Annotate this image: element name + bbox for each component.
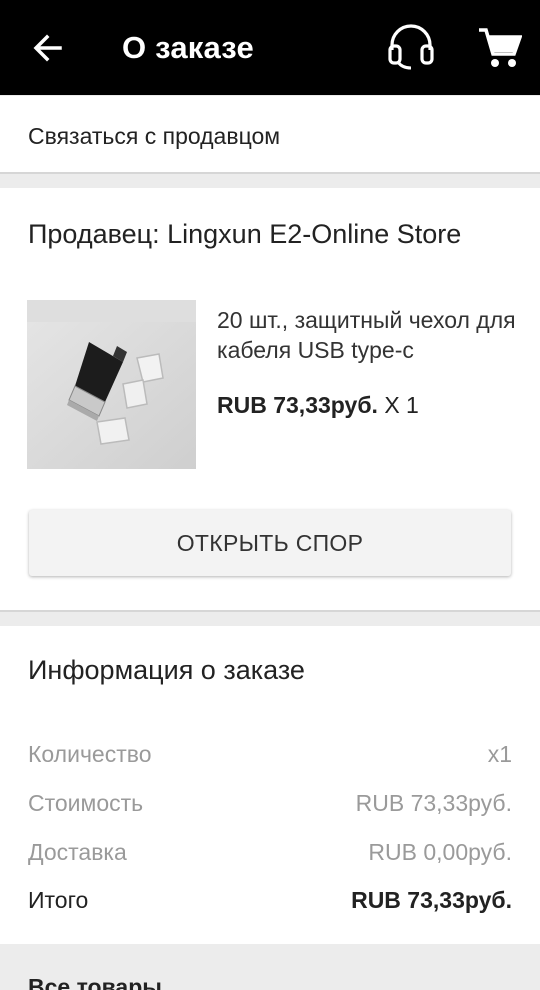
contact-seller-label: Связаться с продавцом (28, 123, 281, 149)
total-label: Итого (28, 887, 89, 913)
product-title[interactable]: 20 шт., защитный чехол для кабеля USB ty… (217, 305, 517, 365)
shipping-value: RUB 0,00руб. (368, 839, 512, 865)
product-thumbnail[interactable]: lxun (27, 300, 196, 469)
open-dispute-button[interactable]: ОТКРЫТЬ СПОР (29, 510, 511, 576)
arrow-left-icon (33, 34, 62, 62)
total-value: RUB 73,33руб. (351, 887, 512, 913)
all-items-section[interactable]: Все товары (0, 944, 540, 990)
seller-card: Продавец: Lingxun E2-Online Store lxun 2… (0, 188, 540, 612)
app-bar: О заказе (0, 0, 540, 95)
support-button[interactable] (386, 24, 436, 70)
quantity-value: x1 (487, 741, 512, 767)
shipping-row: Доставка RUB 0,00руб. (28, 839, 512, 866)
product-price: RUB 73,33руб. (217, 392, 378, 418)
cost-label: Стоимость (28, 790, 144, 816)
page-title: О заказе (122, 30, 254, 65)
product-quantity: X 1 (384, 392, 419, 418)
quantity-label: Количество (28, 741, 152, 767)
order-info-heading: Информация о заказе (28, 655, 305, 685)
shipping-label: Доставка (28, 839, 127, 865)
cart-button[interactable] (476, 26, 523, 70)
cost-value: RUB 73,33руб. (355, 790, 512, 816)
total-row: Итого RUB 73,33руб. (28, 887, 512, 914)
quantity-row: Количество x1 (28, 741, 512, 768)
product-image (27, 300, 196, 469)
seller-name[interactable]: Продавец: Lingxun E2-Online Store (28, 219, 461, 250)
cart-icon (479, 28, 523, 67)
all-items-label: Все товары (28, 974, 162, 990)
headset-icon (388, 24, 434, 70)
back-button[interactable] (28, 26, 68, 70)
order-info-section: Информация о заказе Количество x1 Стоимо… (0, 626, 540, 944)
product-price-line: RUB 73,33руб. X 1 (217, 392, 419, 419)
cost-row: Стоимость RUB 73,33руб. (28, 790, 512, 817)
contact-seller-row[interactable]: Связаться с продавцом (0, 96, 540, 174)
